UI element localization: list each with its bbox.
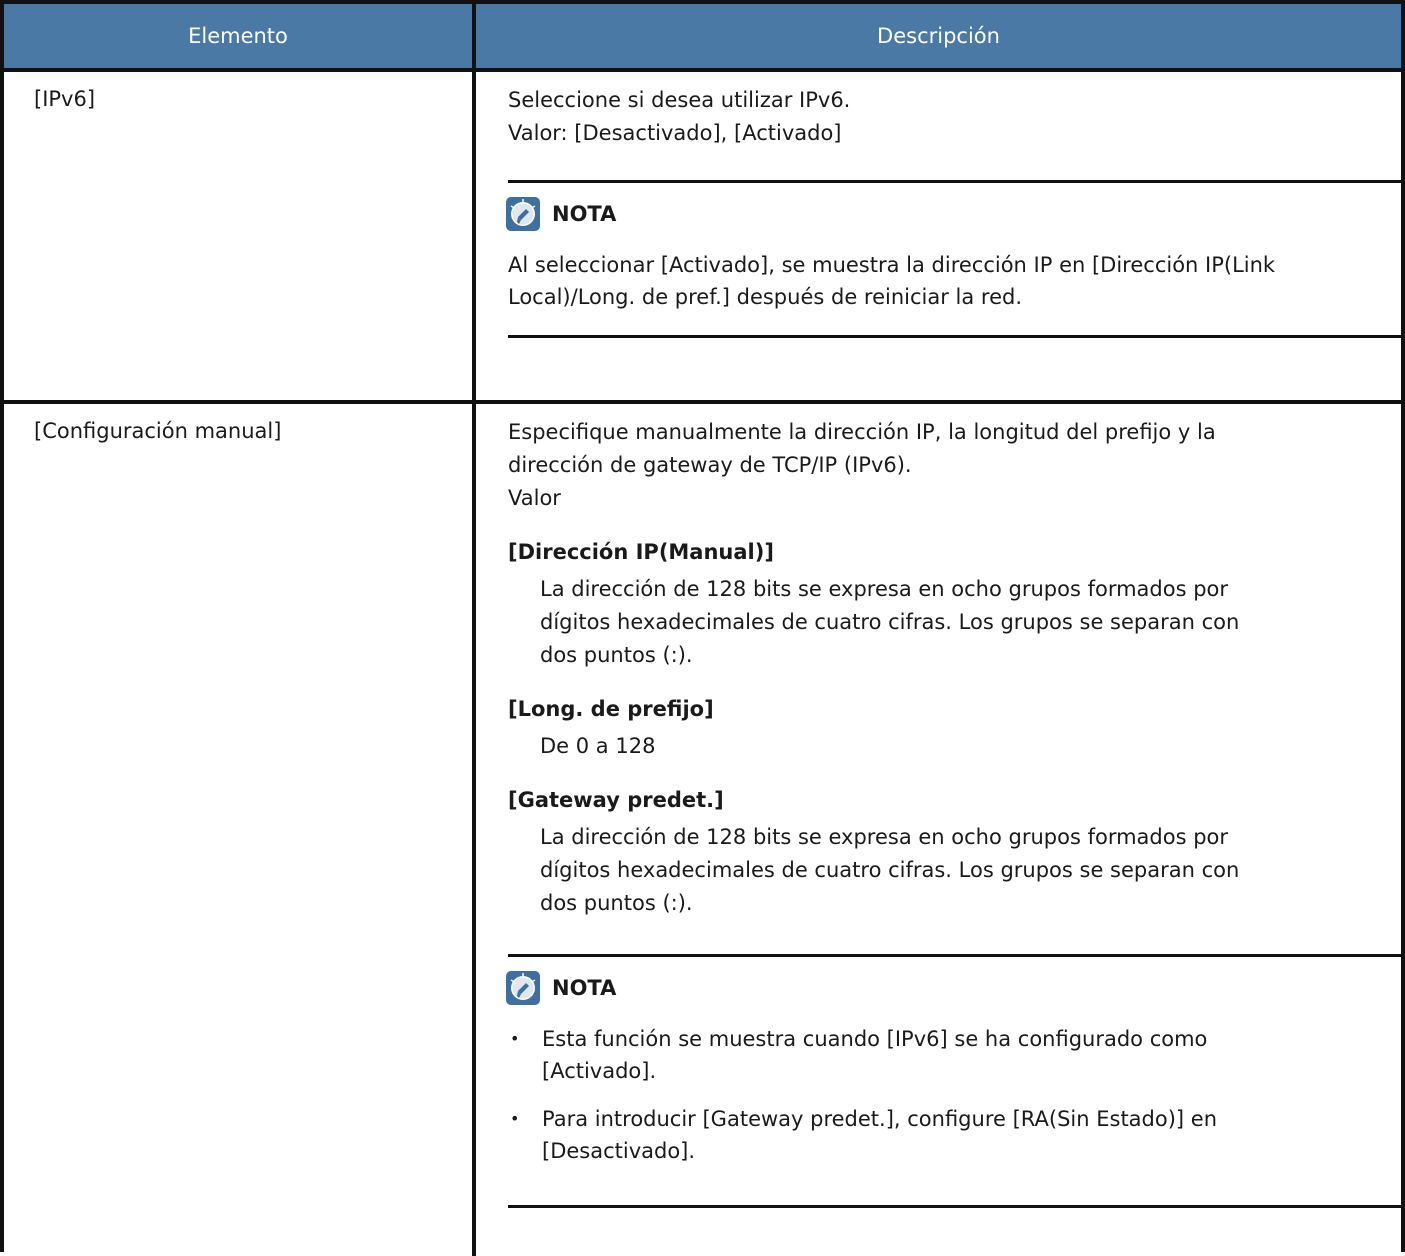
value-text: Valor: [Desactivado], [Activado]: [508, 121, 842, 145]
subsection-body: La dirección de 128 bits se expresa en o…: [508, 573, 1401, 672]
subsection-line: De 0 a 128: [540, 734, 656, 758]
table-row: [IPv6] Seleccione si desea utilizar IPv6…: [4, 72, 1401, 404]
note-header: NOTA: [506, 197, 1401, 231]
item-label: [Configuración manual]: [34, 419, 282, 443]
subsection-line: dígitos hexadecimales de cuatro cifras. …: [540, 858, 1240, 882]
bullet-line: [Desactivado].: [542, 1139, 696, 1163]
item-cell: [IPv6]: [4, 72, 476, 400]
subsection-title: [Long. de prefijo]: [508, 697, 714, 721]
note-bullet-list: • Esta función se muestra cuando [IPv6] …: [508, 1023, 1401, 1167]
note-header: NOTA: [506, 971, 1401, 1005]
bullet-icon: •: [510, 1029, 520, 1048]
bullet-icon: •: [510, 1109, 520, 1128]
lightbulb-note-icon: [506, 197, 540, 231]
settings-table: Elemento Descripción [IPv6] Seleccione s…: [0, 0, 1405, 1256]
lightbulb-note-icon: [506, 971, 540, 1005]
note-title: NOTA: [552, 201, 617, 226]
table-header-row: Elemento Descripción: [4, 4, 1401, 72]
note-box: NOTA Al seleccionar [Activado], se muest…: [506, 180, 1401, 338]
subsection-body: La dirección de 128 bits se expresa en o…: [508, 821, 1401, 920]
bullet-line: [Activado].: [542, 1059, 657, 1083]
item-cell: [Configuración manual]: [4, 404, 476, 1256]
description-text: Seleccione si desea utilizar IPv6.: [508, 88, 851, 112]
header-elemento: Elemento: [4, 4, 476, 68]
description-cell: Especifique manualmente la dirección IP,…: [476, 404, 1401, 1256]
description-cell: Seleccione si desea utilizar IPv6. Valor…: [476, 72, 1401, 400]
note-text-line: Al seleccionar [Activado], se muestra la…: [508, 253, 1276, 277]
note-text-line: Local)/Long. de pref.] después de reinic…: [508, 285, 1023, 309]
note-title: NOTA: [552, 975, 617, 1000]
bullet-line: Esta función se muestra cuando [IPv6] se…: [542, 1027, 1208, 1051]
value-label: Valor: [508, 486, 561, 510]
subsection-line: dos puntos (:).: [540, 891, 693, 915]
item-label: [IPv6]: [34, 87, 96, 111]
subsection-body: De 0 a 128: [508, 730, 1401, 763]
subsection-line: dígitos hexadecimales de cuatro cifras. …: [540, 610, 1240, 634]
subsection-line: La dirección de 128 bits se expresa en o…: [540, 577, 1229, 601]
header-descripcion: Descripción: [877, 24, 1000, 48]
subsection-title: [Dirección IP(Manual)]: [508, 540, 774, 564]
list-item: • Esta función se muestra cuando [IPv6] …: [508, 1023, 1401, 1087]
subsection-line: dos puntos (:).: [540, 643, 693, 667]
table-row: [Configuración manual] Especifique manua…: [4, 404, 1401, 1256]
subsection-line: La dirección de 128 bits se expresa en o…: [540, 825, 1229, 849]
list-item: • Para introducir [Gateway predet.], con…: [508, 1103, 1401, 1167]
description-text: dirección de gateway de TCP/IP (IPv6).: [508, 453, 912, 477]
subsection-title: [Gateway predet.]: [508, 788, 724, 812]
note-box: NOTA • Esta función se muestra cuando [I…: [506, 954, 1401, 1208]
description-text: Especifique manualmente la dirección IP,…: [508, 420, 1216, 444]
bullet-line: Para introducir [Gateway predet.], confi…: [542, 1107, 1218, 1131]
